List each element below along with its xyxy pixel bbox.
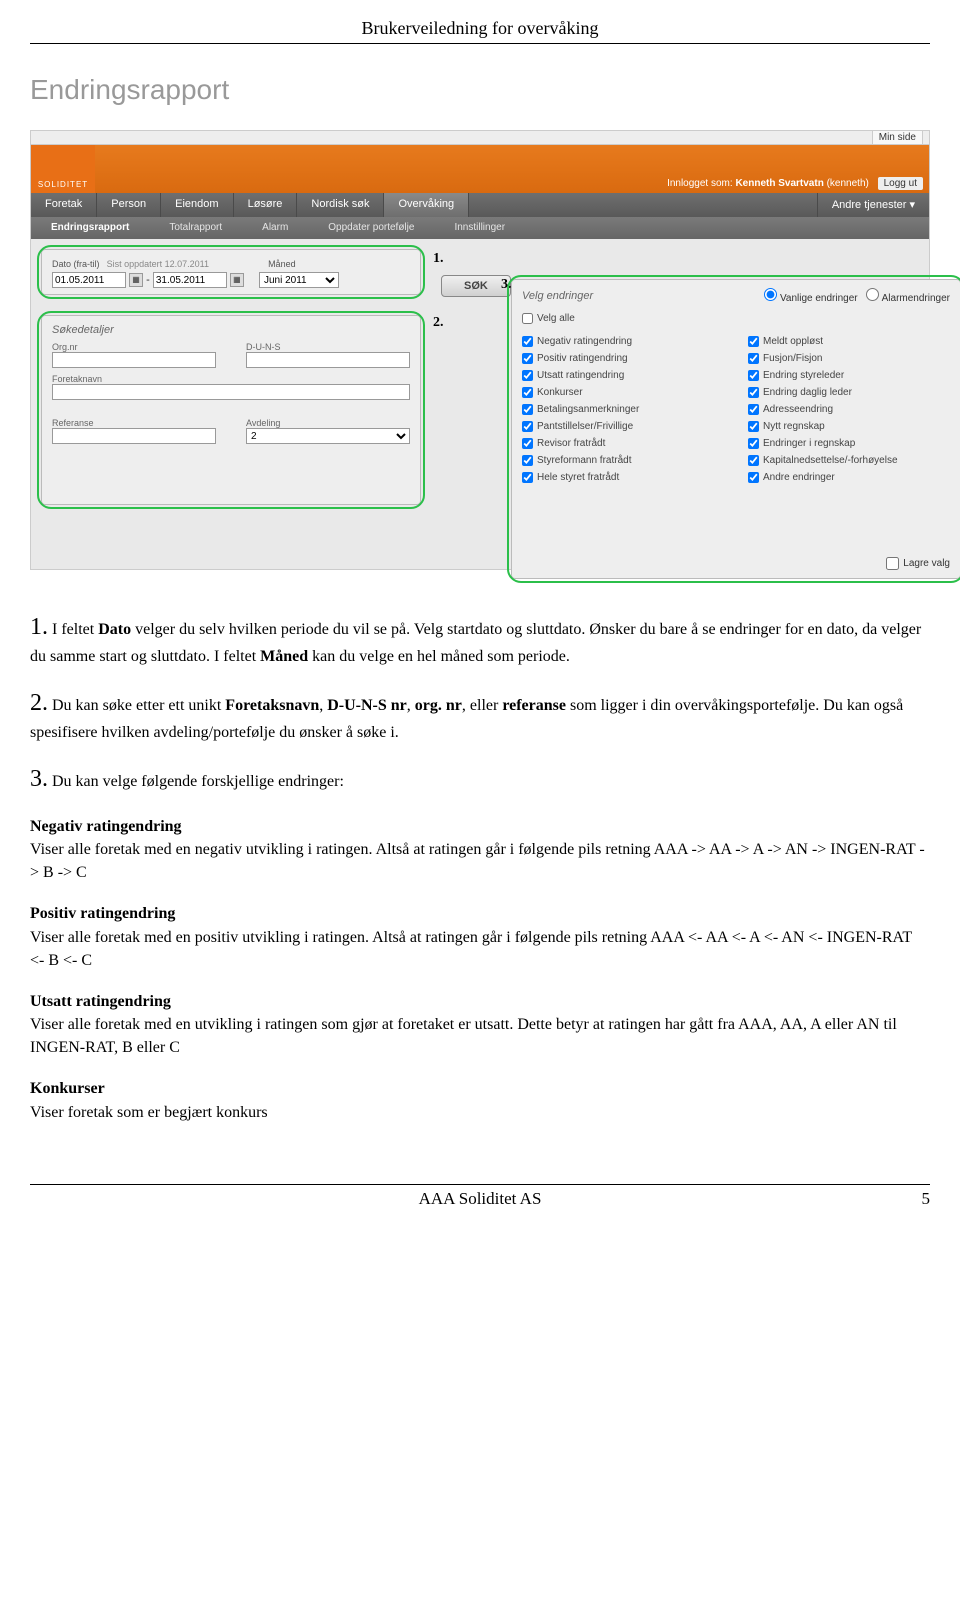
chk-hele-styret[interactable] bbox=[522, 472, 533, 483]
header-title: Brukerveiledning for overvåking bbox=[30, 0, 930, 39]
calendar-icon-to[interactable]: ▦ bbox=[230, 273, 244, 287]
footer-company: AAA Soliditet AS bbox=[419, 1189, 542, 1208]
date-panel: Dato (fra-til) Sist oppdatert 12.07.2011… bbox=[41, 249, 421, 295]
para-uts: Utsatt ratingendringViser alle foretak m… bbox=[30, 990, 930, 1060]
para-pos: Positiv ratingendringViser alle foretak … bbox=[30, 902, 930, 972]
label-avdeling: Avdeling bbox=[246, 418, 410, 428]
input-referanse[interactable] bbox=[52, 428, 216, 444]
lbl-select-all: Velg alle bbox=[537, 313, 575, 324]
subtab-alarm[interactable]: Alarm bbox=[242, 217, 308, 239]
chk-fusjon[interactable] bbox=[748, 353, 759, 364]
subtab-endringsrapport[interactable]: Endringsrapport bbox=[31, 217, 149, 239]
date-to-input[interactable] bbox=[153, 272, 227, 288]
tab-foretak[interactable]: Foretak bbox=[31, 193, 97, 217]
orange-banner: SOLIDITET Innlogget som: Kenneth Svartva… bbox=[31, 145, 929, 193]
chk-lagre-valg[interactable] bbox=[886, 557, 899, 570]
chk-betaling[interactable] bbox=[522, 404, 533, 415]
tab-losore[interactable]: Løsøre bbox=[234, 193, 298, 217]
ring-num-2: 2. bbox=[433, 315, 444, 331]
app-screenshot: Min side SOLIDITET Innlogget som: Kennet… bbox=[30, 130, 930, 570]
chk-styreleder[interactable] bbox=[748, 370, 759, 381]
month-label: Måned bbox=[268, 259, 296, 269]
ring-num-1: 1. bbox=[433, 251, 444, 267]
user-name: Kenneth Svartvatn bbox=[735, 178, 823, 189]
search-details-panel: Søkedetaljer Org.nr D-U-N-S Foretaknavn … bbox=[41, 315, 421, 505]
label-orgnr: Org.nr bbox=[52, 342, 216, 352]
chk-kapital[interactable] bbox=[748, 455, 759, 466]
search-panel-title: Søkedetaljer bbox=[52, 324, 410, 336]
label-duns: D-U-N-S bbox=[246, 342, 410, 352]
screenshot-body: Dato (fra-til) Sist oppdatert 12.07.2011… bbox=[31, 239, 929, 569]
changes-title: Velg endringer bbox=[522, 290, 593, 302]
subtab-oppdater[interactable]: Oppdater portefølje bbox=[308, 217, 434, 239]
select-avdeling[interactable]: 2 bbox=[246, 428, 410, 444]
min-side-tab[interactable]: Min side bbox=[872, 131, 923, 144]
footer-page: 5 bbox=[922, 1189, 931, 1209]
para-2: 2. Du kan søke etter ett unikt Foretaksn… bbox=[30, 686, 930, 744]
chk-uts-rating[interactable] bbox=[522, 370, 533, 381]
subtab-innstillinger[interactable]: Innstillinger bbox=[434, 217, 525, 239]
footer: AAA Soliditet AS 5 bbox=[30, 1185, 930, 1229]
radio-alarm[interactable]: Alarmendringer bbox=[866, 293, 950, 304]
para-3: 3. Du kan velge følgende forskjellige en… bbox=[30, 762, 930, 797]
para-1: 1. I feltet Dato velger du selv hvilken … bbox=[30, 610, 930, 668]
para-neg: Negativ ratingendringViser alle foretak … bbox=[30, 815, 930, 885]
tab-person[interactable]: Person bbox=[97, 193, 161, 217]
tab-eiendom[interactable]: Eiendom bbox=[161, 193, 233, 217]
tab-overvaking[interactable]: Overvåking bbox=[384, 193, 469, 217]
chk-andre[interactable] bbox=[748, 472, 759, 483]
input-foretaknavn[interactable] bbox=[52, 384, 410, 400]
calendar-icon-from[interactable]: ▦ bbox=[129, 273, 143, 287]
month-select[interactable]: Juni 2011 bbox=[259, 272, 339, 288]
label-referanse: Referanse bbox=[52, 418, 216, 428]
input-orgnr[interactable] bbox=[52, 352, 216, 368]
chk-meldt[interactable] bbox=[748, 336, 759, 347]
logo: SOLIDITET bbox=[31, 145, 95, 193]
date-dash: - bbox=[146, 274, 150, 286]
body-text: 1. I feltet Dato velger du selv hvilken … bbox=[30, 610, 930, 1124]
subtab-totalrapport[interactable]: Totalrapport bbox=[149, 217, 242, 239]
login-status: Innlogget som: Kenneth Svartvatn (kennet… bbox=[667, 178, 923, 189]
logout-button[interactable]: Logg ut bbox=[878, 177, 923, 190]
date-label: Dato (fra-til) bbox=[52, 259, 100, 269]
date-updated: Sist oppdatert 12.07.2011 bbox=[107, 259, 209, 269]
date-from-input[interactable] bbox=[52, 272, 126, 288]
ring-num-3: 3. bbox=[501, 277, 512, 293]
tab-nordisk[interactable]: Nordisk søk bbox=[297, 193, 384, 217]
chk-pos-rating[interactable] bbox=[522, 353, 533, 364]
sub-tabs: Endringsrapport Totalrapport Alarm Oppda… bbox=[31, 217, 929, 239]
section-title: Endringsrapport bbox=[30, 74, 930, 106]
main-tabs: Foretak Person Eiendom Løsøre Nordisk sø… bbox=[31, 193, 929, 217]
input-duns[interactable] bbox=[246, 352, 410, 368]
chk-styreformann[interactable] bbox=[522, 455, 533, 466]
user-handle: (kenneth) bbox=[827, 178, 869, 189]
tab-andre-tjenester[interactable]: Andre tjenester ▾ bbox=[817, 193, 929, 217]
label-foretaknavn: Foretaknavn bbox=[52, 374, 410, 384]
chk-konkurser[interactable] bbox=[522, 387, 533, 398]
login-prefix: Innlogget som: bbox=[667, 178, 733, 189]
changes-panel: Velg endringer Vanlige endringer Alarmen… bbox=[511, 279, 960, 579]
chk-endringer-regnskap[interactable] bbox=[748, 438, 759, 449]
radio-vanlige[interactable]: Vanlige endringer bbox=[764, 293, 857, 304]
chk-nytt-regnskap[interactable] bbox=[748, 421, 759, 432]
chk-revisor[interactable] bbox=[522, 438, 533, 449]
header-rule bbox=[30, 43, 930, 44]
chk-neg-rating[interactable] bbox=[522, 336, 533, 347]
chk-daglig-leder[interactable] bbox=[748, 387, 759, 398]
chk-pant[interactable] bbox=[522, 421, 533, 432]
chk-adresse[interactable] bbox=[748, 404, 759, 415]
top-strip: Min side bbox=[31, 131, 929, 145]
chk-select-all[interactable] bbox=[522, 313, 533, 324]
para-kon: KonkurserViser foretak som er begjært ko… bbox=[30, 1077, 930, 1123]
